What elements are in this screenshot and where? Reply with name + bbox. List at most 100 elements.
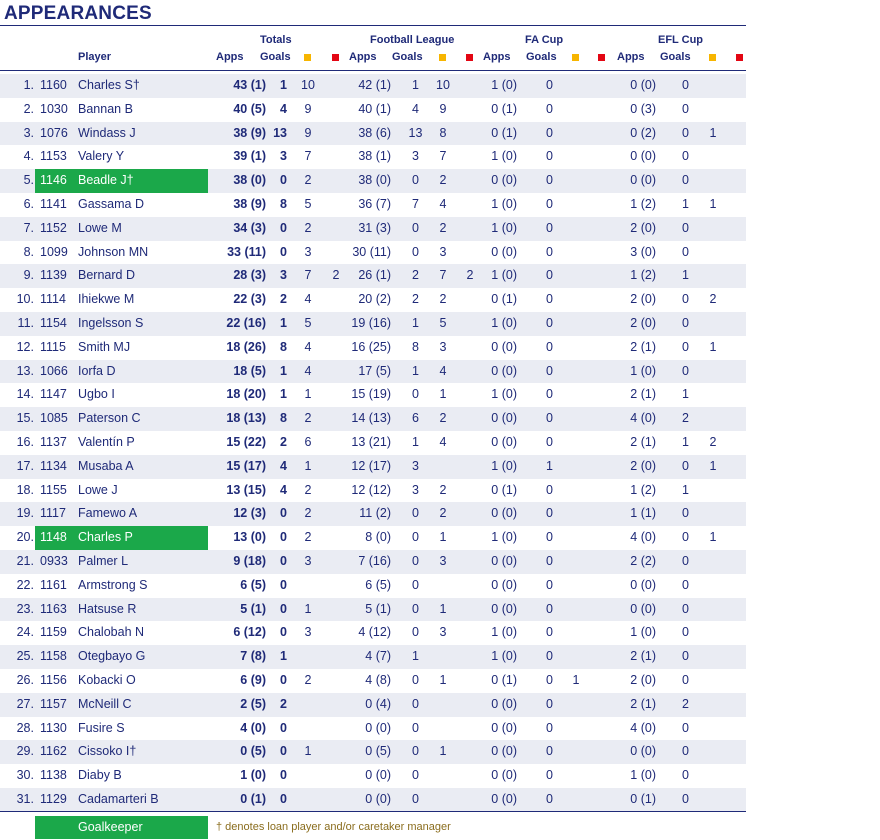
eflcup-apps-cell: 3 (0) — [630, 244, 656, 259]
facup-apps-cell: 0 (0) — [491, 744, 517, 759]
league-yellow-cell: 3 — [439, 625, 447, 640]
eflcup-apps-cell: 0 (1) — [630, 791, 656, 806]
league-apps-cell: 12 (17) — [351, 458, 391, 473]
table-row: 15. 1085 Paterson C 18 (13) 8 2 14 (13) 6 2 0 (0)… — [0, 407, 746, 431]
title-divider — [0, 25, 746, 26]
player-name-cell: Diaby B — [78, 768, 122, 783]
total-yellow-cell: 1 — [304, 601, 312, 616]
rank-cell: 16. — [16, 434, 34, 449]
facup-apps-cell: 0 (0) — [491, 173, 517, 188]
total-goals-cell: 8 — [280, 339, 287, 354]
player-name-cell: Otegbayo G — [78, 649, 146, 664]
league-goals-cell: 3 — [412, 149, 419, 164]
facup-goals-cell: 0 — [546, 196, 553, 211]
rank-cell: 27. — [16, 696, 34, 711]
rank-cell: 13. — [16, 363, 34, 378]
table-row: 16. 1137 Valentín P 15 (22) 2 6 13 (21) 1 4 0 (0)… — [0, 431, 746, 455]
eflcup-yellow-cell: 2 — [709, 434, 717, 449]
header-divider — [0, 70, 746, 71]
total-apps-cell: 0 (1) — [240, 791, 266, 806]
facup-apps-cell: 0 (1) — [491, 125, 517, 140]
table-row: 21. 0933 Palmer L 9 (18) 0 3 7 (16) 0 3 0 (0) 0 2 (… — [0, 549, 746, 574]
eflcup-apps-cell: 0 (0) — [630, 577, 656, 592]
league-goals-cell: 6 — [412, 411, 419, 426]
yellow-card-icon — [572, 51, 579, 64]
league-apps-cell: 40 (1) — [358, 101, 391, 116]
player-name-cell: Famewo A — [78, 506, 138, 521]
eflcup-apps-cell: 0 (0) — [630, 78, 656, 92]
total-yellow-cell: 9 — [304, 125, 312, 140]
eflcup-yellow-cell: 1 — [709, 458, 717, 473]
facup-goals-cell: 0 — [546, 125, 553, 140]
rank-cell: 28. — [16, 720, 34, 735]
league-yellow-cell: 7 — [439, 149, 447, 164]
player-name-cell: Bernard D — [78, 268, 135, 283]
facup-goals-cell: 0 — [546, 244, 553, 259]
facup-goals-cell: 0 — [546, 292, 553, 307]
player-code-cell: 1155 — [40, 482, 67, 497]
total-apps-cell: 40 (5) — [233, 101, 266, 116]
league-goals-cell: 0 — [412, 791, 419, 806]
table-row: 20. 1148 Charles P 13 (0) 0 2 8 (0) 0 1 1 (0) 0 4 (… — [0, 526, 746, 550]
player-code-cell: 1030 — [40, 101, 68, 116]
league-goals-cell: 0 — [412, 720, 419, 735]
player-name-cell: Smith MJ — [78, 339, 131, 354]
total-yellow-cell: 1 — [304, 744, 312, 759]
total-goals-cell: 0 — [280, 672, 287, 687]
total-goals-cell: 1 — [280, 387, 287, 402]
facup-goals-cell: 0 — [546, 78, 553, 92]
eflcup-goals-cell: 2 — [682, 696, 689, 711]
league-yellow-cell: 4 — [439, 434, 447, 449]
facup-apps-cell: 0 (1) — [491, 482, 517, 497]
league-yellow-cell: 4 — [439, 363, 447, 378]
player-code-cell: 1114 — [40, 292, 66, 307]
league-apps-cell: 4 (12) — [358, 625, 391, 640]
eflcup-goals-cell: 0 — [682, 791, 689, 806]
facup-apps-cell: 0 (0) — [491, 553, 517, 568]
total-apps-cell: 6 (5) — [240, 577, 266, 592]
total-goals-cell: 2 — [280, 434, 287, 449]
facup-apps-cell: 1 (0) — [491, 268, 517, 283]
eflcup-goals-cell: 1 — [682, 268, 689, 283]
league-goals-cell: 0 — [412, 220, 419, 235]
facup-apps-cell: 1 (0) — [491, 196, 517, 211]
league-apps-cell: 38 (1) — [358, 149, 391, 164]
league-goals-cell: 0 — [412, 601, 419, 616]
player-code-cell: 1076 — [40, 125, 68, 140]
table-row: 19. 1117 Famewo A 12 (3) 0 2 11 (2) 0 2 0 (0) 0 1 (… — [0, 502, 746, 527]
total-apps-cell: 18 (20) — [226, 387, 266, 402]
table-row: 5. 1146 Beadle J† 38 (0) 0 2 38 (0) 0 2 0 (0) 0 0 (… — [0, 169, 746, 193]
eflcup-apps-cell: 1 (0) — [630, 363, 656, 378]
rank-cell: 9. — [23, 268, 34, 283]
total-apps-cell: 28 (3) — [233, 268, 266, 283]
player-code-cell: 1134 — [40, 458, 67, 473]
header-league-goals: Goals — [392, 51, 423, 63]
league-apps-cell: 8 (0) — [365, 530, 391, 545]
league-apps-cell: 15 (19) — [351, 387, 391, 402]
facup-apps-cell: 1 (0) — [491, 649, 517, 664]
total-goals-cell: 4 — [280, 458, 287, 473]
league-apps-cell: 13 (21) — [351, 434, 391, 449]
league-yellow-cell: 5 — [439, 315, 447, 330]
total-yellow-cell: 5 — [304, 196, 312, 211]
group-efl-cup: EFL Cup — [658, 34, 704, 46]
league-goals-cell: 8 — [412, 339, 419, 354]
league-apps-cell: 4 (7) — [365, 649, 391, 664]
rank-cell: 19. — [16, 506, 34, 521]
facup-apps-cell: 0 (0) — [491, 720, 517, 735]
eflcup-goals-cell: 1 — [682, 482, 689, 497]
total-goals-cell: 0 — [280, 506, 287, 521]
group-fa-cup: FA Cup — [525, 34, 564, 46]
total-yellow-cell: 2 — [304, 482, 312, 497]
total-goals-cell: 1 — [280, 315, 287, 330]
facup-goals-cell: 0 — [546, 411, 553, 426]
facup-goals-cell: 0 — [546, 720, 553, 735]
total-goals-cell: 0 — [280, 530, 287, 545]
league-goals-cell: 0 — [412, 244, 419, 259]
eflcup-goals-cell: 0 — [682, 78, 689, 92]
header-facup-goals: Goals — [526, 51, 557, 63]
total-goals-cell: 1 — [280, 649, 287, 664]
player-code-cell: 1138 — [40, 768, 67, 783]
eflcup-apps-cell: 0 (0) — [630, 149, 656, 164]
player-code-cell: 1139 — [40, 268, 67, 283]
